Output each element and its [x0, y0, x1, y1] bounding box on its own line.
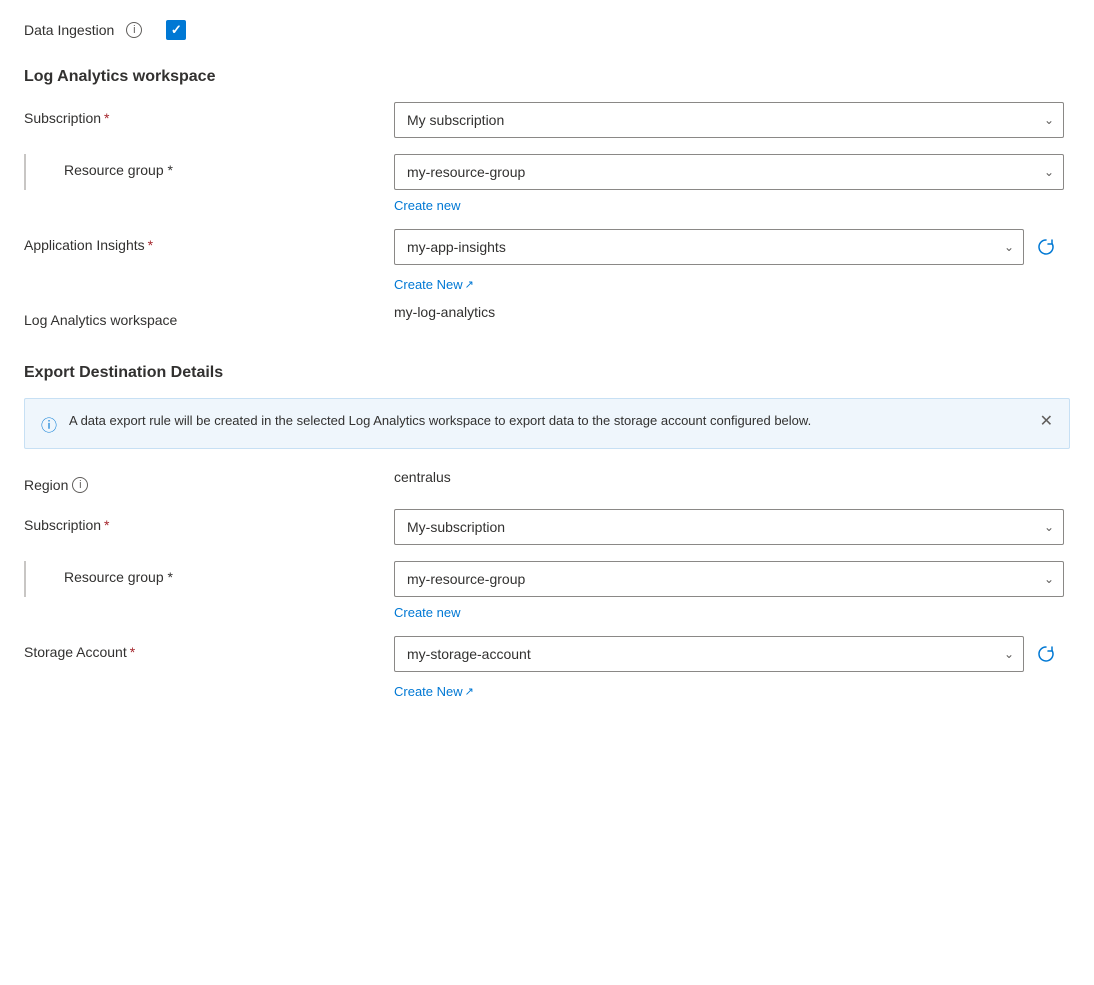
- storage-account-label-col: Storage Account *: [24, 636, 394, 660]
- storage-account-input-col: my-storage-account ⌄: [394, 636, 1070, 672]
- export-region-row: Region i centralus: [24, 469, 1070, 493]
- log-analytics-workspace-row: Log Analytics workspace my-log-analytics: [24, 304, 1070, 328]
- storage-external-link-icon: ↗: [465, 685, 474, 698]
- data-ingestion-title: Data Ingestion: [24, 22, 114, 38]
- data-ingestion-header: Data Ingestion i: [24, 20, 1070, 40]
- export-subscription-value: My-subscription: [407, 519, 505, 535]
- log-analytics-section-title: Log Analytics workspace: [24, 68, 1070, 86]
- external-link-icon: ↗: [465, 278, 474, 291]
- app-insights-refresh-button[interactable]: [1032, 233, 1060, 261]
- banner-info-icon: ⓘ: [41, 412, 59, 436]
- export-subscription-input-col: My-subscription ⌄: [394, 509, 1070, 545]
- export-region-label: Region: [24, 477, 68, 493]
- resource-group-create-new-link[interactable]: Create new: [394, 198, 460, 213]
- storage-account-create-row: Create New ↗: [24, 680, 1070, 699]
- export-indent-line: [24, 561, 64, 597]
- storage-account-create-new-link[interactable]: Create New ↗: [394, 684, 474, 699]
- resource-group-select-wrapper: my-resource-group ⌄: [394, 154, 1064, 190]
- checkbox-checked[interactable]: [166, 20, 186, 40]
- export-region-value: centralus: [394, 461, 451, 485]
- export-region-info-icon[interactable]: i: [72, 477, 88, 493]
- resource-group-value: my-resource-group: [407, 164, 525, 180]
- storage-account-required: *: [130, 644, 135, 660]
- app-insights-label-col: Application Insights *: [24, 229, 394, 253]
- storage-account-select-wrapper: my-storage-account ⌄: [394, 636, 1024, 672]
- export-destination-title: Export Destination Details: [24, 364, 1070, 382]
- storage-account-dropdown[interactable]: my-storage-account: [394, 636, 1024, 672]
- subscription-label: Subscription: [24, 110, 101, 126]
- resource-group-required: *: [168, 162, 173, 178]
- refresh-icon: [1036, 237, 1056, 257]
- export-region-label-col: Region i: [24, 469, 394, 493]
- export-resource-group-label: Resource group: [64, 569, 164, 585]
- export-info-banner: ⓘ A data export rule will be created in …: [24, 398, 1070, 449]
- data-ingestion-checkbox[interactable]: [166, 20, 186, 40]
- export-subscription-dropdown[interactable]: My-subscription: [394, 509, 1064, 545]
- log-analytics-workspace-value: my-log-analytics: [394, 296, 495, 320]
- create-new-app-insights-label: Create New: [394, 277, 463, 292]
- banner-text: A data export rule will be created in th…: [69, 411, 1032, 431]
- subscription-dropdown[interactable]: My subscription: [394, 102, 1064, 138]
- storage-account-refresh-button[interactable]: [1032, 640, 1060, 668]
- indent-line: [24, 154, 64, 190]
- log-analytics-workspace-label: Log Analytics workspace: [24, 312, 177, 328]
- export-resource-group-row: Resource group * my-resource-group ⌄ Cre…: [24, 561, 1070, 620]
- app-insights-label: Application Insights: [24, 237, 145, 253]
- export-resource-group-required: *: [168, 569, 173, 585]
- subscription-value: My subscription: [407, 112, 504, 128]
- app-insights-dropdown[interactable]: my-app-insights: [394, 229, 1024, 265]
- app-insights-input-col: my-app-insights ⌄: [394, 229, 1070, 265]
- export-resource-group-label-col: Resource group *: [64, 561, 394, 585]
- storage-account-value: my-storage-account: [407, 646, 531, 662]
- export-region-value-col: centralus: [394, 469, 1070, 485]
- subscription-select-wrapper: My subscription ⌄: [394, 102, 1064, 138]
- export-resource-group-dropdown[interactable]: my-resource-group: [394, 561, 1064, 597]
- export-destination-section: Export Destination Details ⓘ A data expo…: [24, 364, 1070, 699]
- resource-group-dropdown[interactable]: my-resource-group: [394, 154, 1064, 190]
- app-insights-row: Application Insights * my-app-insights ⌄: [24, 229, 1070, 265]
- app-insights-create-row: Create New ↗: [24, 273, 1070, 292]
- app-insights-value: my-app-insights: [407, 239, 506, 255]
- log-analytics-workspace-label-col: Log Analytics workspace: [24, 304, 394, 328]
- export-subscription-label: Subscription: [24, 517, 101, 533]
- resource-group-label-col: Resource group *: [64, 154, 394, 178]
- log-analytics-workspace-value-col: my-log-analytics: [394, 304, 1070, 320]
- export-resource-group-input-col: my-resource-group ⌄ Create new: [394, 561, 1070, 620]
- data-ingestion-info-icon[interactable]: i: [126, 22, 142, 38]
- export-resource-group-select-wrapper: my-resource-group ⌄: [394, 561, 1064, 597]
- app-insights-create-new-link[interactable]: Create New ↗: [394, 277, 474, 292]
- export-subscription-required: *: [104, 517, 109, 533]
- export-resource-group-create-new-link[interactable]: Create new: [394, 605, 460, 620]
- resource-group-label: Resource group: [64, 162, 164, 178]
- app-insights-required: *: [148, 237, 153, 253]
- subscription-input-col: My subscription ⌄: [394, 102, 1070, 138]
- storage-account-label: Storage Account: [24, 644, 127, 660]
- export-subscription-select-wrapper: My-subscription ⌄: [394, 509, 1064, 545]
- subscription-required: *: [104, 110, 109, 126]
- export-subscription-label-col: Subscription *: [24, 509, 394, 533]
- banner-close-button[interactable]: ✕: [1040, 411, 1053, 431]
- export-subscription-row: Subscription * My-subscription ⌄: [24, 509, 1070, 545]
- subscription-row: Subscription * My subscription ⌄: [24, 102, 1070, 138]
- app-insights-select-wrapper: my-app-insights ⌄: [394, 229, 1024, 265]
- resource-group-row: Resource group * my-resource-group ⌄ Cre…: [24, 154, 1070, 213]
- storage-account-row: Storage Account * my-storage-account ⌄: [24, 636, 1070, 672]
- export-resource-group-value: my-resource-group: [407, 571, 525, 587]
- log-analytics-section: Log Analytics workspace Subscription * M…: [24, 68, 1070, 328]
- resource-group-input-col: my-resource-group ⌄ Create new: [394, 154, 1070, 213]
- create-new-storage-label: Create New: [394, 684, 463, 699]
- subscription-label-col: Subscription *: [24, 102, 394, 126]
- storage-refresh-icon: [1036, 644, 1056, 664]
